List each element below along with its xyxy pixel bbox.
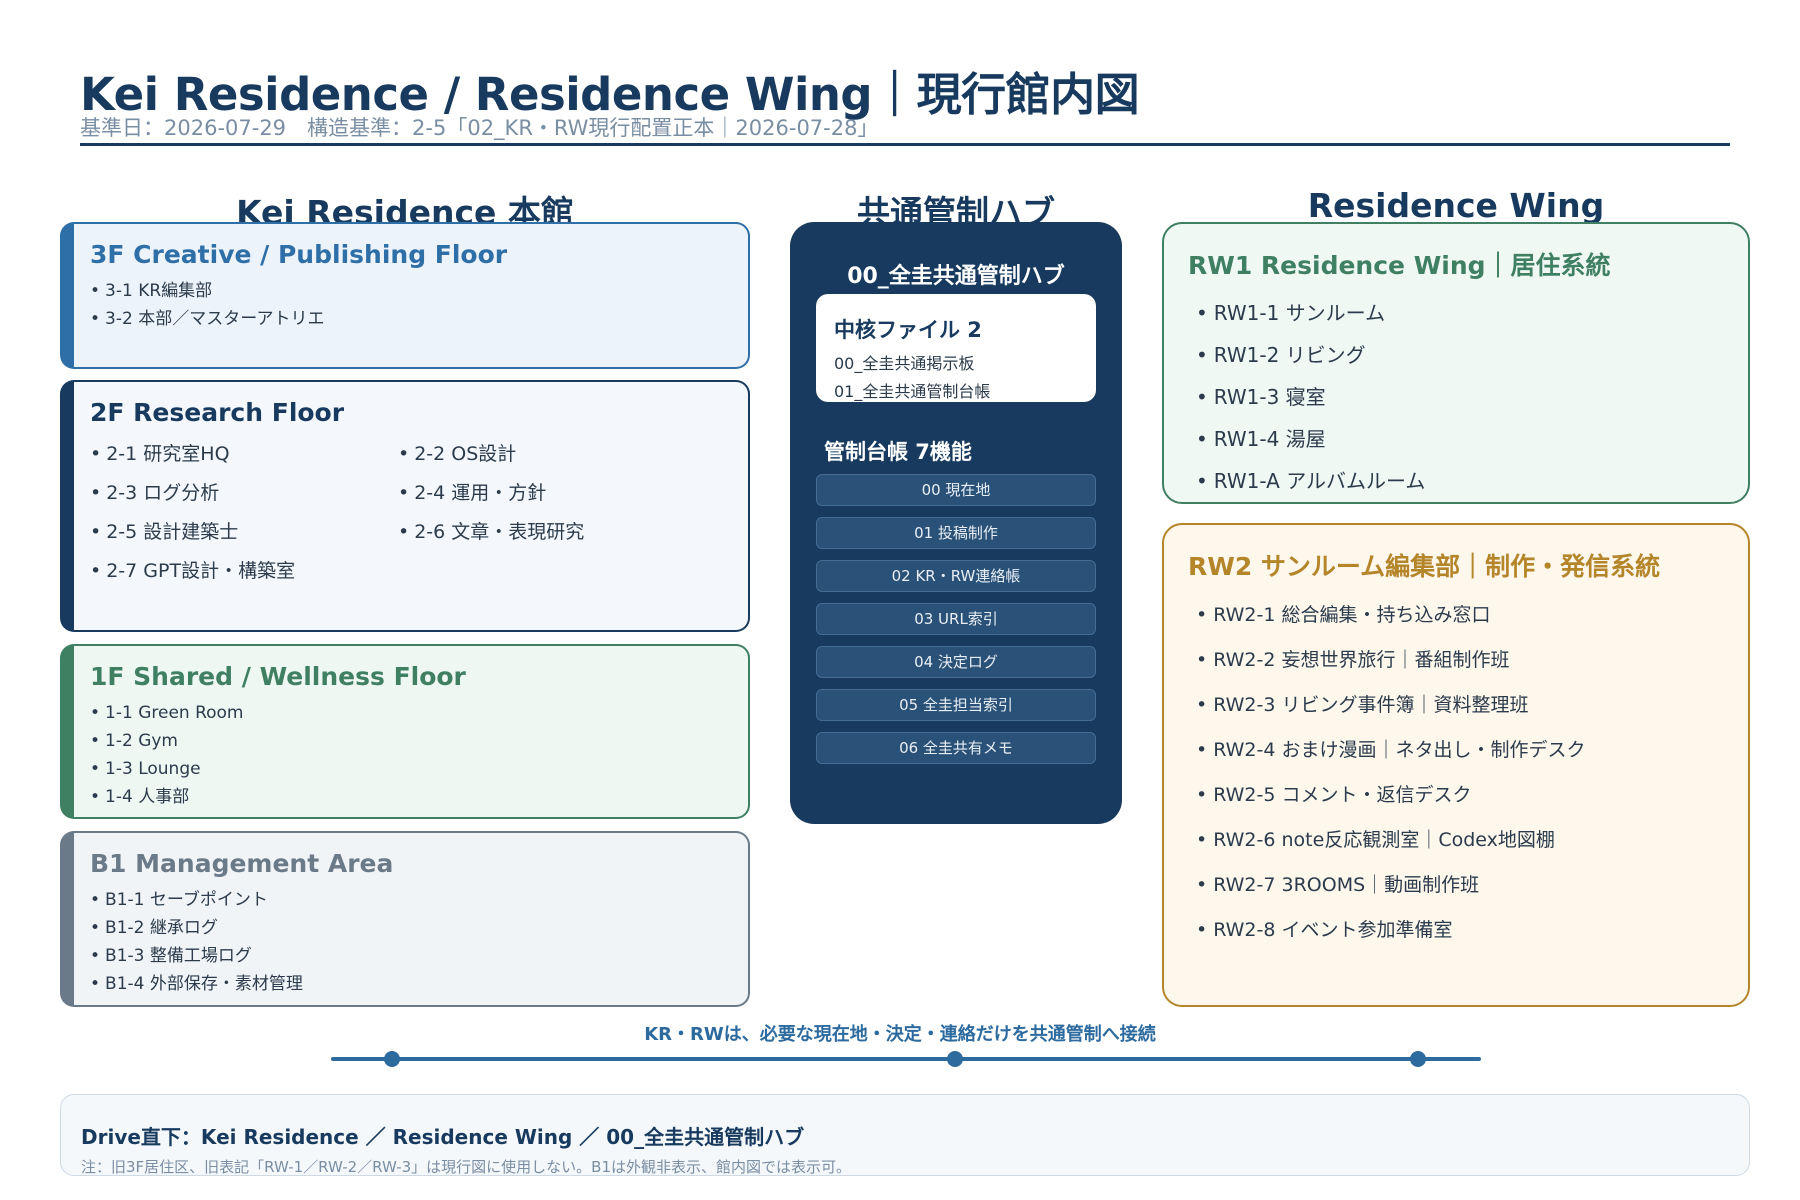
wing-item: RW1-4 湯屋 — [1188, 418, 1748, 460]
floor-panel-2f: 2F Research Floor 2-1 研究室HQ 2-2 OS設計 2-3… — [60, 380, 750, 632]
wing-item: RW1-A アルバムルーム — [1188, 460, 1748, 502]
connection-line — [331, 1057, 1481, 1061]
floor-list-b1: B1-1 セーブポイント B1-2 継承ログ B1-3 整備工場ログ B1-4 … — [90, 886, 748, 998]
wing-item: RW2-3 リビング事件簿｜資料整理班 — [1188, 683, 1748, 728]
floor-title-1f: 1F Shared / Wellness Floor — [90, 662, 466, 691]
wing-panel-rw1: RW1 Residence Wing｜居住系統 RW1-1 サンルーム RW1-… — [1162, 222, 1750, 504]
floor-item: B1-4 外部保存・素材管理 — [90, 970, 748, 998]
wing-list-rw2: RW2-1 総合編集・持ち込み窓口 RW2-2 妄想世界旅行｜番組制作班 RW2… — [1188, 593, 1748, 953]
wing-list-rw1: RW1-1 サンルーム RW1-2 リビング RW1-3 寝室 RW1-4 湯屋… — [1188, 292, 1748, 502]
floor-title-2f: 2F Research Floor — [90, 398, 345, 427]
function-button-current-location[interactable]: 00 現在地 — [816, 474, 1096, 506]
function-button-decision-log[interactable]: 04 決定ログ — [816, 646, 1096, 678]
wing-item: RW1-1 サンルーム — [1188, 292, 1748, 334]
footer-panel: Drive直下：Kei Residence ／ Residence Wing ／… — [60, 1094, 1750, 1176]
connection-node-hub — [947, 1051, 963, 1067]
floor-item: B1-2 継承ログ — [90, 914, 748, 942]
floor-panel-b1: B1 Management Area B1-1 セーブポイント B1-2 継承ロ… — [60, 831, 750, 1007]
wing-item: RW2-5 コメント・返信デスク — [1188, 773, 1748, 818]
footer-note: 注：旧3F居住区、旧表記「RW-1／RW-2／RW-3」は現行図に使用しない。B… — [81, 1158, 851, 1176]
core-files-box: 中核ファイル 2 00_全圭共通掲示板 01_全圭共通管制台帳 — [816, 294, 1096, 402]
header-divider — [80, 143, 1730, 146]
wing-item: RW2-6 note反応観測室｜Codex地図棚 — [1188, 818, 1748, 863]
wing-item: RW2-1 総合編集・持ち込み窓口 — [1188, 593, 1748, 638]
functions-title: 管制台帳 7機能 — [824, 440, 972, 464]
function-button-contact-book[interactable]: 02 KR・RW連絡帳 — [816, 560, 1096, 592]
core-file-item: 01_全圭共通管制台帳 — [834, 382, 991, 401]
floor-item: 3-1 KR編集部 — [90, 277, 748, 305]
floor-list-1f: 1-1 Green Room 1-2 Gym 1-3 Lounge 1-4 人事… — [90, 699, 748, 811]
control-hub-panel: 00_全圭共通管制ハブ 中核ファイル 2 00_全圭共通掲示板 01_全圭共通管… — [790, 222, 1122, 824]
function-button-shared-memo[interactable]: 06 全圭共有メモ — [816, 732, 1096, 764]
floor-panel-3f: 3F Creative / Publishing Floor 3-1 KR編集部… — [60, 222, 750, 369]
floor-item: 3-2 本部／マスターアトリエ — [90, 305, 748, 333]
floor-item: 1-4 人事部 — [90, 783, 748, 811]
wing-item: RW2-7 3ROOMS｜動画制作班 — [1188, 863, 1748, 908]
core-files-title: 中核ファイル 2 — [834, 318, 982, 342]
floor-list-2f: 2-1 研究室HQ 2-2 OS設計 2-3 ログ分析 2-4 運用・方針 2-… — [90, 435, 748, 591]
page-subtitle: 基準日：2026-07-29 構造基準：2-5「02_KR・RW現行配置正本｜2… — [80, 116, 879, 140]
wing-item: RW1-3 寝室 — [1188, 376, 1748, 418]
floor-item: 1-1 Green Room — [90, 699, 748, 727]
wing-title-rw2: RW2 サンルーム編集部｜制作・発信系統 — [1188, 552, 1661, 581]
floor-list-3f: 3-1 KR編集部 3-2 本部／マスターアトリエ — [90, 277, 748, 333]
wing-title-rw1: RW1 Residence Wing｜居住系統 — [1188, 251, 1611, 280]
floor-title-b1: B1 Management Area — [90, 849, 394, 878]
floor-item: 1-3 Lounge — [90, 755, 748, 783]
column-heading-wing: Residence Wing — [1307, 186, 1605, 225]
floor-item: B1-1 セーブポイント — [90, 886, 748, 914]
floor-item: 2-1 研究室HQ — [90, 435, 398, 474]
connection-caption: KR・RWは、必要な現在地・決定・連絡だけを共通管制へ接続 — [644, 1024, 1156, 1045]
floor-item: 2-7 GPT設計・構築室 — [90, 552, 398, 591]
floor-item: B1-3 整備工場ログ — [90, 942, 748, 970]
floor-panel-1f: 1F Shared / Wellness Floor 1-1 Green Roo… — [60, 644, 750, 819]
wing-panel-rw2: RW2 サンルーム編集部｜制作・発信系統 RW2-1 総合編集・持ち込み窓口 R… — [1162, 523, 1750, 1007]
floor-item: 1-2 Gym — [90, 727, 748, 755]
floor-item: 2-4 運用・方針 — [398, 474, 698, 513]
footer-drive-path: Drive直下：Kei Residence ／ Residence Wing ／… — [81, 1125, 805, 1149]
connection-node-wing — [1410, 1051, 1426, 1067]
function-button-post-production[interactable]: 01 投稿制作 — [816, 517, 1096, 549]
wing-item: RW1-2 リビング — [1188, 334, 1748, 376]
floor-title-3f: 3F Creative / Publishing Floor — [90, 240, 508, 269]
function-button-url-index[interactable]: 03 URL索引 — [816, 603, 1096, 635]
wing-item: RW2-2 妄想世界旅行｜番組制作班 — [1188, 638, 1748, 683]
wing-item: RW2-4 おまけ漫画｜ネタ出し・制作デスク — [1188, 728, 1748, 773]
core-file-item: 00_全圭共通掲示板 — [834, 354, 975, 373]
floor-item: 2-6 文章・表現研究 — [398, 513, 698, 552]
wing-item: RW2-8 イベント参加準備室 — [1188, 908, 1748, 953]
floor-item: 2-5 設計建築士 — [90, 513, 398, 552]
function-button-owner-index[interactable]: 05 全圭担当索引 — [816, 689, 1096, 721]
floor-item: 2-2 OS設計 — [398, 435, 698, 474]
core-files-list: 00_全圭共通掲示板 01_全圭共通管制台帳 — [834, 350, 1096, 402]
connection-node-main — [384, 1051, 400, 1067]
floor-item: 2-3 ログ分析 — [90, 474, 398, 513]
hub-title: 00_全圭共通管制ハブ — [847, 264, 1065, 289]
